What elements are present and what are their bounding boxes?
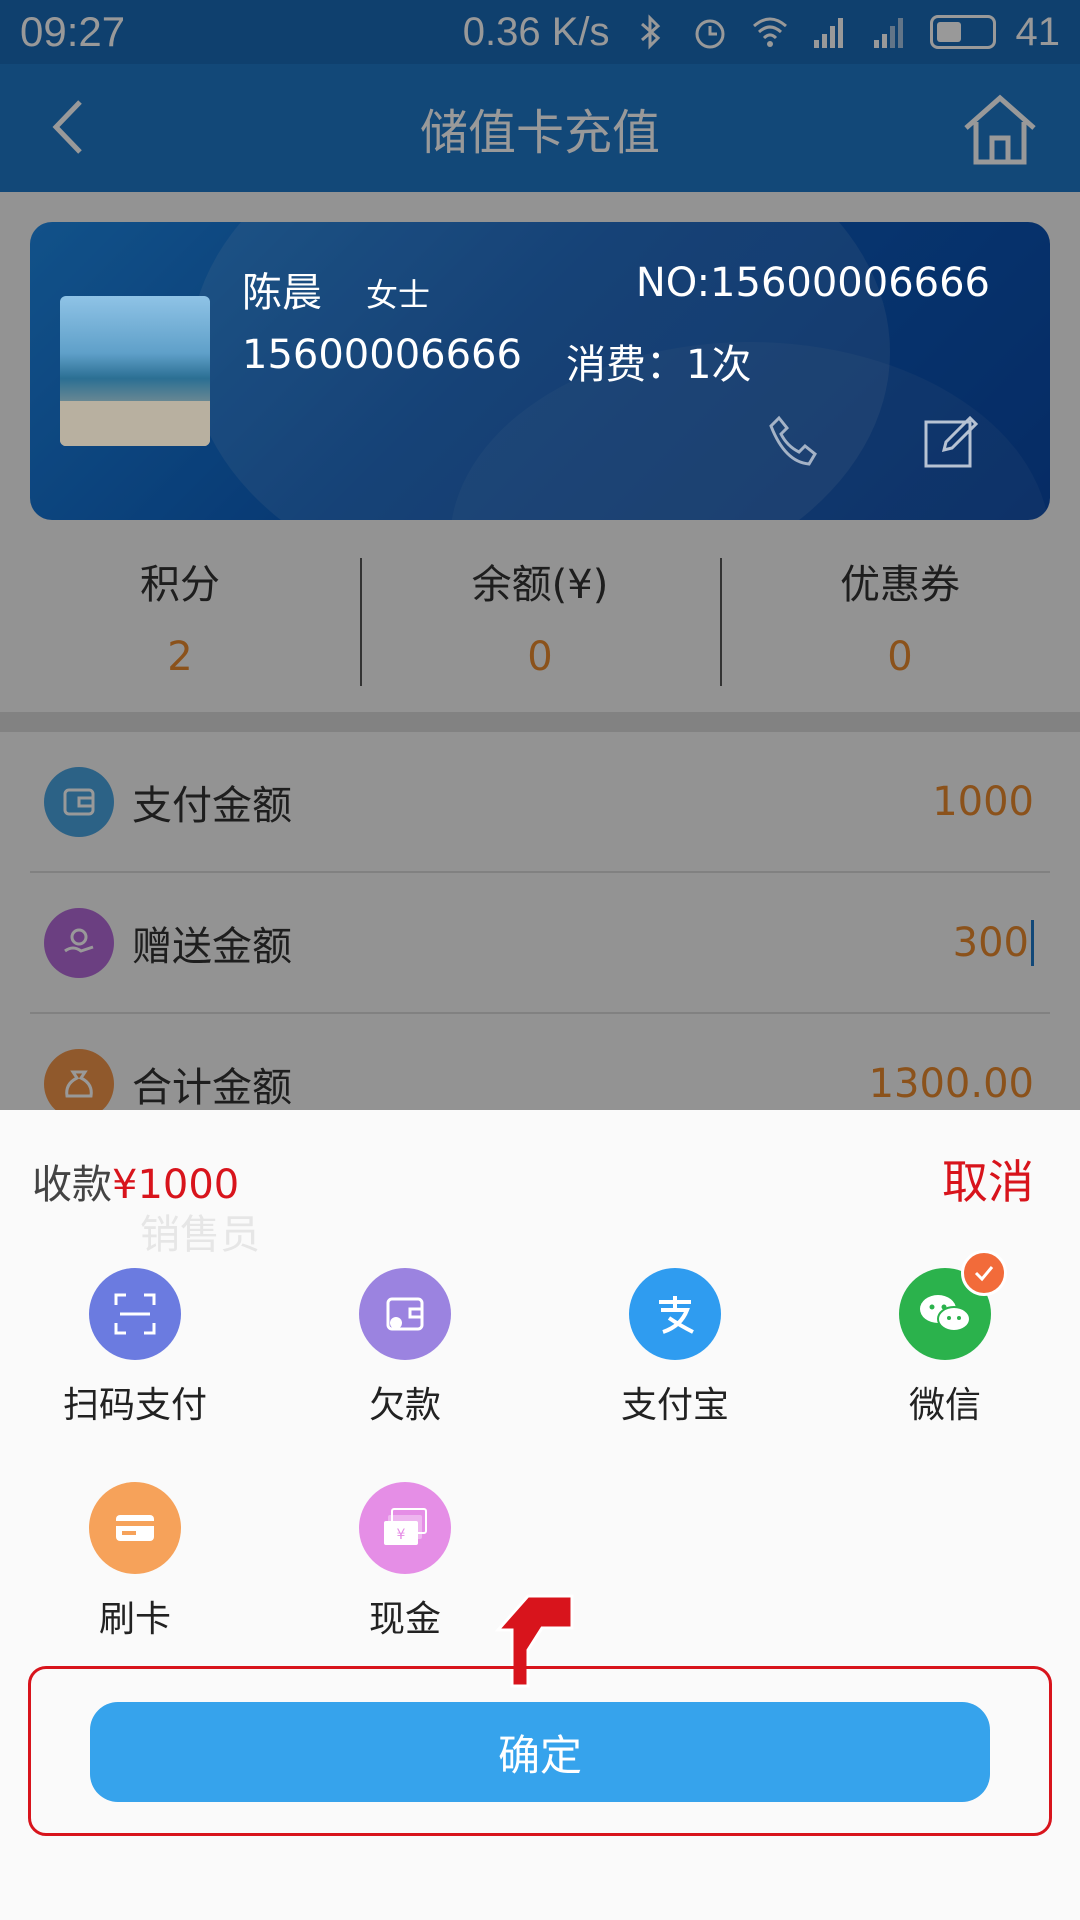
cancel-button[interactable]: 取消 [942,1146,1034,1212]
card-swipe-icon [89,1482,181,1574]
sheet-title: 收款¥1000 [32,1152,239,1210]
method-label: 欠款 [368,1385,441,1426]
selected-check-icon [961,1250,1007,1296]
member-name: 陈晨 [242,270,322,316]
method-scan[interactable]: 扫码支付 [0,1268,270,1428]
member-photo [60,296,210,446]
method-card[interactable]: 刷卡 [0,1482,270,1642]
payment-sheet: 销售员 收款¥1000 取消 扫码支付 欠款 支付宝 微信 刷卡 ¥ 现金 确定 [0,1110,1080,1920]
scan-icon [89,1268,181,1360]
method-alipay[interactable]: 支付宝 [540,1268,810,1428]
phone-call-icon[interactable] [765,412,821,468]
method-debt[interactable]: 欠款 [270,1268,540,1428]
method-label: 刷卡 [98,1599,171,1640]
consume-count: 消费：1次 [566,342,752,388]
edit-icon[interactable] [920,412,980,472]
sheet-amount: ¥1000 [112,1162,240,1208]
card-number: NO:15600006666 [635,260,990,306]
debt-wallet-icon [359,1268,451,1360]
confirm-button[interactable]: 确定 [90,1702,990,1802]
cash-icon: ¥ [359,1482,451,1574]
member-phone: 15600006666 [242,332,522,378]
dim-overlay[interactable] [0,0,1080,1110]
method-label: 支付宝 [620,1385,729,1426]
alipay-icon [629,1268,721,1360]
method-label: 微信 [908,1385,981,1426]
sheet-title-prefix: 收款 [32,1162,112,1208]
wechat-icon [899,1250,1007,1360]
method-label: 扫码支付 [62,1385,207,1426]
member-title: 女士 [366,276,431,314]
svg-text:¥: ¥ [397,1527,406,1543]
method-wechat[interactable]: 微信 [810,1250,1080,1428]
background-hint: 销售员 [140,1212,260,1258]
